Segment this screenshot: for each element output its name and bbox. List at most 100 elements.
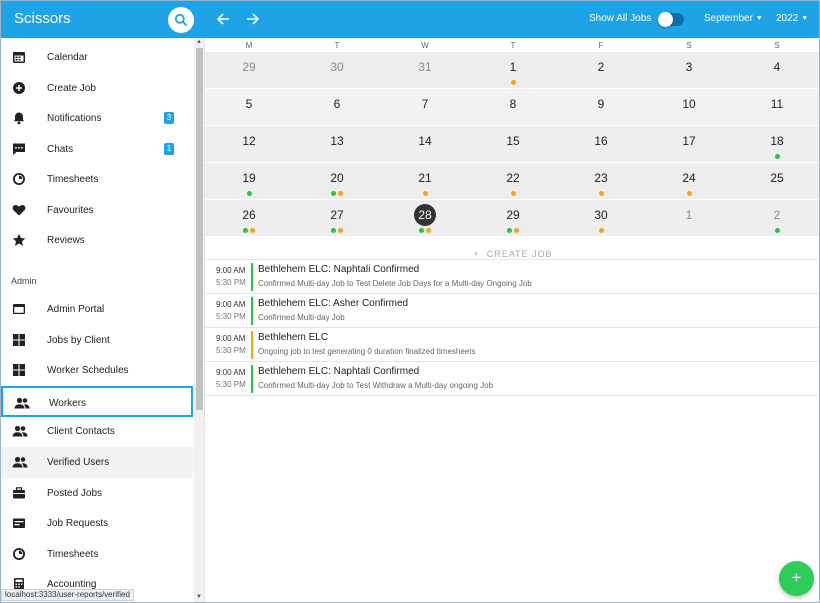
job-title: Bethlehem ELC: Naphtali Confirmed [258, 264, 420, 275]
day-number: 5 [245, 97, 253, 111]
sidebar-item-label: Admin Portal [47, 304, 105, 315]
add-job-fab-button[interactable]: + [779, 561, 814, 596]
plus-icon: + [473, 249, 480, 259]
calendar-day-cell[interactable]: 1 [645, 200, 733, 237]
briefcase-icon [12, 486, 26, 500]
sidebar-item-create-job[interactable]: Create Job [1, 73, 193, 104]
calendar-day-cell[interactable]: 12 [205, 126, 293, 163]
calendar-day-cell[interactable]: 4 [733, 52, 819, 89]
calendar-day-cell[interactable]: 30 [293, 52, 381, 89]
day-number: 22 [506, 171, 520, 185]
job-description: Confirmed Multi-day Job to Test Withdraw… [258, 381, 494, 390]
calendar-day-cell[interactable]: 29 [205, 52, 293, 89]
calendar-day-cell[interactable]: 9 [557, 89, 645, 126]
calendar-day-cell[interactable]: 29 [469, 200, 557, 237]
calendar-day-cell[interactable]: 2 [733, 200, 819, 237]
calendar-day-cell[interactable]: 2 [557, 52, 645, 89]
next-month-button[interactable] [244, 10, 262, 28]
scroll-up-icon[interactable]: ▲ [196, 39, 202, 45]
year-select[interactable]: 2022 ▼ [776, 13, 808, 24]
calendar-day-cell[interactable]: 30 [557, 200, 645, 237]
sidebar-item-calendar[interactable]: Calendar [1, 42, 193, 73]
day-number: 21 [418, 171, 432, 185]
day-number: 11 [770, 97, 784, 111]
sidebar-item-posted-jobs[interactable]: Posted Jobs [1, 478, 193, 509]
sidebar-item-favourites[interactable]: Favourites [1, 195, 193, 226]
chevron-down-icon: ▼ [801, 14, 809, 22]
day-number: 29 [506, 208, 520, 222]
calendar-day-cell[interactable]: 27 [293, 200, 381, 237]
day-number: 18 [770, 134, 784, 148]
search-button[interactable] [168, 7, 194, 33]
calendar-day-cell[interactable]: 16 [557, 126, 645, 163]
scroll-down-icon[interactable]: ▼ [196, 594, 202, 600]
weekday-header: MTWTFSS [205, 38, 819, 52]
job-title: Bethlehem ELC [258, 332, 329, 343]
month-select[interactable]: September ▼ [704, 13, 763, 24]
sidebar-item-job-requests[interactable]: Job Requests [1, 508, 193, 539]
sidebar-item-notifications[interactable]: Notifications 3 [1, 103, 193, 134]
job-description: Confirmed Multi-day Job [258, 313, 345, 322]
week-row: 26 27 28 29 30 1 2 [205, 200, 819, 237]
show-all-jobs-toggle[interactable] [658, 12, 684, 27]
day-number: 14 [418, 134, 432, 148]
calendar-day-cell[interactable]: 13 [293, 126, 381, 163]
calendar-day-cell[interactable]: 11 [733, 89, 819, 126]
job-indicator-dots [557, 191, 645, 196]
sidebar-item-jobs-by-client[interactable]: Jobs by Client [1, 325, 193, 356]
job-indicator-dots [733, 154, 819, 159]
job-list-item[interactable]: 9:00 AM 5:30 PM Bethlehem ELC Ongoing job t… [205, 328, 819, 362]
calendar-day-cell[interactable]: 7 [381, 89, 469, 126]
green-job-dot [331, 191, 336, 196]
prev-month-button[interactable] [214, 10, 232, 28]
sidebar-item-worker-schedules[interactable]: Worker Schedules [1, 355, 193, 386]
calendar-day-cell[interactable]: 18 [733, 126, 819, 163]
week-row: 29 30 31 1 2 3 4 [205, 52, 819, 89]
calendar-day-cell[interactable]: 31 [381, 52, 469, 89]
calendar-day-cell[interactable]: 6 [293, 89, 381, 126]
day-number: 29 [242, 60, 256, 74]
calendar-day-cell[interactable]: 21 [381, 163, 469, 200]
job-list-item[interactable]: 9:00 AM 5:30 PM Bethlehem ELC: Naphtali Co… [205, 362, 819, 396]
sidebar-item-workers[interactable]: Workers [1, 385, 193, 417]
sidebar-item-verified-users[interactable]: Verified Users [1, 447, 193, 478]
sidebar-item-chats[interactable]: Chats 1 [1, 134, 193, 165]
calendar-day-cell[interactable]: 26 [205, 200, 293, 237]
calendar-day-cell[interactable]: 17 [645, 126, 733, 163]
sidebar-item-admin-portal[interactable]: Admin Portal [1, 294, 193, 325]
job-end-time: 5:30 PM [216, 278, 246, 287]
calendar-day-cell[interactable]: 14 [381, 126, 469, 163]
sidebar-scroll-thumb[interactable] [196, 48, 203, 410]
sidebar-item-label: Notifications [47, 113, 102, 124]
calendar-day-cell[interactable]: 19 [205, 163, 293, 200]
calendar-day-cell[interactable]: 10 [645, 89, 733, 126]
green-job-dot [331, 228, 336, 233]
calendar-day-cell[interactable]: 3 [645, 52, 733, 89]
calendar-grid: 29 30 31 1 2 3 4 5 6 7 8 9 10 11 12 13 14 15 16 17 18 19 20 21 2… [205, 52, 819, 237]
create-job-label: CREATE JOB [486, 249, 553, 259]
calendar-day-cell[interactable]: 22 [469, 163, 557, 200]
create-job-button[interactable]: + CREATE JOB [205, 237, 819, 260]
sidebar-item-reviews[interactable]: Reviews [1, 225, 193, 256]
job-list: 9:00 AM 5:30 PM Bethlehem ELC: Naphtali Co… [205, 260, 819, 396]
sidebar-item-client-contacts[interactable]: Client Contacts [1, 416, 193, 447]
calendar-day-cell[interactable]: 28 [381, 200, 469, 237]
calendar-day-cell[interactable]: 8 [469, 89, 557, 126]
calendar-day-cell[interactable]: 5 [205, 89, 293, 126]
day-number: 30 [594, 208, 608, 222]
calendar-day-cell[interactable]: 20 [293, 163, 381, 200]
job-list-item[interactable]: 9:00 AM 5:30 PM Bethlehem ELC: Asher Confi… [205, 294, 819, 328]
sidebar-item-timesheets[interactable]: Timesheets [1, 539, 193, 570]
count-badge: 3 [164, 112, 174, 124]
calendar-day-cell[interactable]: 1 [469, 52, 557, 89]
arrow-left-icon [216, 13, 229, 25]
sidebar-item-timesheets[interactable]: Timesheets [1, 164, 193, 195]
day-number: 17 [682, 134, 696, 148]
calendar-day-cell[interactable]: 23 [557, 163, 645, 200]
calendar-day-cell[interactable]: 24 [645, 163, 733, 200]
calendar-day-cell[interactable]: 25 [733, 163, 819, 200]
calendar-day-cell[interactable]: 15 [469, 126, 557, 163]
job-list-item[interactable]: 9:00 AM 5:30 PM Bethlehem ELC: Naphtali Co… [205, 260, 819, 294]
orange-job-dot [250, 228, 255, 233]
chat-icon [12, 142, 26, 156]
